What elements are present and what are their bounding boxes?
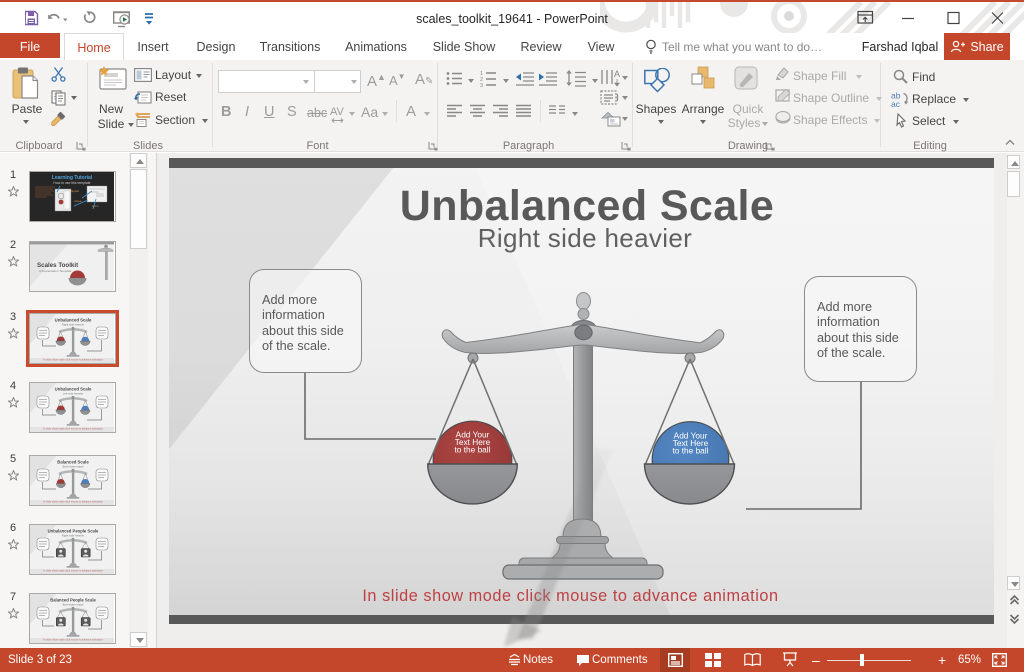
svg-text:to the ball: to the ball — [455, 445, 491, 455]
svg-text:notes: notes — [74, 199, 82, 203]
svg-text:AV: AV — [330, 106, 345, 118]
svg-text:layout: layout — [71, 189, 79, 193]
svg-text:Right side heavier: Right side heavier — [62, 534, 84, 538]
svg-text:Both sides equal: Both sides equal — [63, 603, 84, 607]
svg-text:In slide show mode click mouse: In slide show mode click mouse to advanc… — [43, 359, 103, 362]
svg-text:ac: ac — [891, 99, 901, 107]
svg-text:How to use this template: How to use this template — [53, 181, 90, 185]
svg-text:In slide show mode click mouse: In slide show mode click mouse to advanc… — [43, 570, 103, 573]
svg-text:Scales Toolkit: Scales Toolkit — [37, 262, 78, 269]
svg-text:Right side heavier: Right side heavier — [62, 323, 84, 327]
svg-text:to the ball: to the ball — [673, 446, 709, 456]
svg-text:In slide show mode click mouse: In slide show mode click mouse to advanc… — [43, 639, 103, 642]
svg-text:Both sides equal: Both sides equal — [63, 465, 84, 469]
svg-text:In slide show mode click mouse: In slide show mode click mouse to advanc… — [43, 428, 103, 431]
svg-text:In slide show mode click mouse: In slide show mode click mouse to advanc… — [43, 501, 103, 504]
svg-text:A Presentation Template: A Presentation Template — [39, 269, 72, 273]
svg-text:3: 3 — [480, 83, 483, 87]
svg-text:anim: anim — [92, 204, 99, 208]
svg-text:Left side heavier: Left side heavier — [63, 392, 84, 396]
svg-text:A: A — [614, 69, 620, 79]
